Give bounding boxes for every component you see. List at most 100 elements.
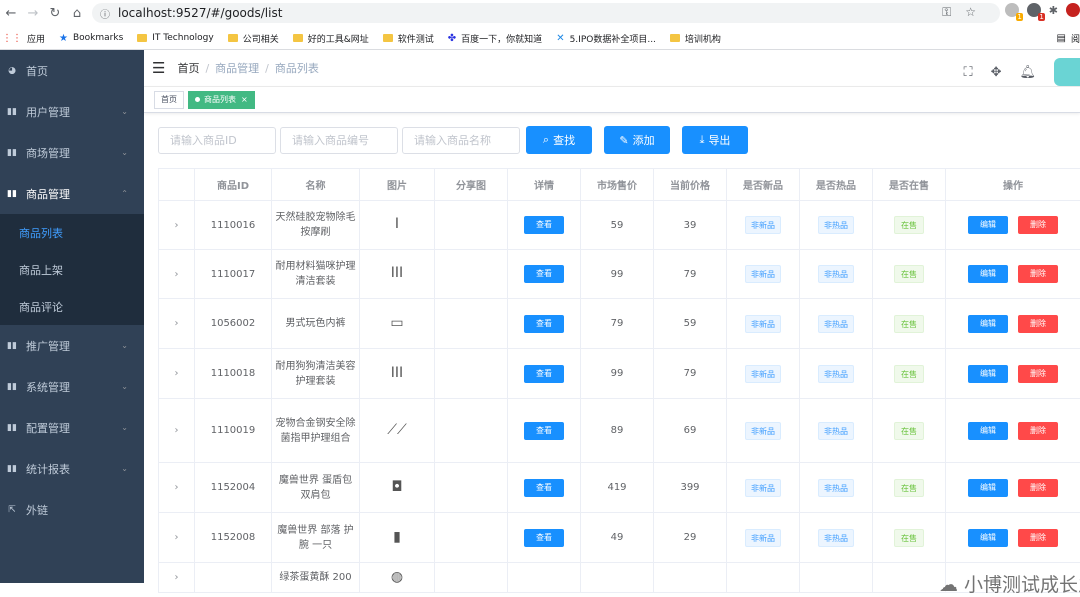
bookmark-item[interactable]: 培训机构 [670, 32, 721, 45]
extension-icon[interactable]: 1 [1005, 3, 1019, 17]
is-hot-cell: 非热品 [800, 513, 873, 563]
url-bar[interactable]: ⓘ localhost:9527/#/goods/list ⚿☆ [92, 3, 1000, 23]
chevron-down-icon: ⌄ [121, 464, 128, 473]
breadcrumb-home[interactable]: 首页 [177, 62, 199, 75]
chevron-right-icon[interactable]: › [175, 532, 179, 543]
view-button[interactable]: 查看 [524, 529, 564, 547]
expand-cell[interactable]: › [159, 513, 195, 563]
puzzle-icon[interactable]: ✱ [1049, 4, 1058, 17]
expand-cell[interactable]: › [159, 463, 195, 513]
chevron-right-icon[interactable]: › [175, 220, 179, 231]
goods-image-cell: ◍ [360, 563, 435, 593]
main-content: ☰ 首页/商品管理/商品列表 ⛶ ✥ 🔔︎ 首页 商品列表× 请输入商品ID 请… [144, 50, 1080, 583]
extension-icon[interactable]: 1 [1027, 3, 1041, 17]
edit-button[interactable]: 编辑 [968, 216, 1008, 234]
forward-icon[interactable]: → [22, 6, 44, 21]
expand-cell[interactable]: › [159, 399, 195, 463]
current-price-cell: 39 [654, 201, 727, 250]
chevron-right-icon[interactable]: › [175, 269, 179, 280]
bookmark-item[interactable]: ✕5.IPO数据补全项目... [556, 32, 656, 45]
goods-name-input[interactable]: 请输入商品名称 [402, 127, 520, 154]
bookmark-item[interactable]: ★Bookmarks [59, 33, 123, 44]
chevron-right-icon[interactable]: › [175, 318, 179, 329]
edit-button[interactable]: 编辑 [968, 265, 1008, 283]
sidebar-item-stat[interactable]: ▮▮统计报表⌄ [0, 448, 144, 489]
view-button[interactable]: 查看 [524, 265, 564, 283]
home-icon[interactable]: ⌂ [66, 6, 88, 21]
delete-button[interactable]: 删除 [1018, 529, 1058, 547]
sidebar-sub-goods-list[interactable]: 商品列表 [0, 214, 144, 251]
add-button[interactable]: ✎添加 [604, 126, 670, 154]
sidebar-item-config[interactable]: ▮▮配置管理⌄ [0, 407, 144, 448]
bookmark-item[interactable]: ✤百度一下，你就知道 [448, 32, 542, 45]
search-button[interactable]: ⌕查找 [526, 126, 592, 154]
bell-icon[interactable]: 🔔︎ [1019, 65, 1036, 80]
back-icon[interactable]: ← [0, 6, 22, 21]
delete-button[interactable]: 删除 [1018, 265, 1058, 283]
reload-icon[interactable]: ↻ [44, 6, 66, 21]
edit-button[interactable]: 编辑 [968, 479, 1008, 497]
delete-button[interactable]: 删除 [1018, 479, 1058, 497]
is-new-tag: 非新品 [745, 479, 781, 497]
tag-goods-list[interactable]: 商品列表× [188, 91, 255, 109]
sidebar-item-external[interactable]: ⇱外链 [0, 489, 144, 530]
view-button[interactable]: 查看 [524, 422, 564, 440]
view-button[interactable]: 查看 [524, 216, 564, 234]
edit-button[interactable]: 编辑 [968, 315, 1008, 333]
chevron-right-icon[interactable]: › [175, 425, 179, 436]
key-star-icons[interactable]: ⚿☆ [942, 5, 990, 20]
sidebar-item-system[interactable]: ▮▮系统管理⌄ [0, 366, 144, 407]
export-button[interactable]: ⤓导出 [682, 126, 748, 154]
market-price-cell [581, 563, 654, 593]
edit-button[interactable]: 编辑 [968, 529, 1008, 547]
size-select-icon[interactable]: ✥ [991, 65, 1002, 80]
reading-list[interactable]: ▤阅 [1057, 32, 1080, 45]
sidebar-item-home[interactable]: ◕首页 [0, 50, 144, 91]
goods-id-input[interactable]: 请输入商品ID [158, 127, 276, 154]
is-hot-cell: 非热品 [800, 299, 873, 349]
chevron-right-icon[interactable]: › [175, 368, 179, 379]
detail-cell: 查看 [508, 349, 581, 399]
tag-home[interactable]: 首页 [154, 91, 184, 109]
close-icon[interactable]: × [241, 95, 248, 104]
view-button[interactable]: 查看 [524, 365, 564, 383]
view-button[interactable]: 查看 [524, 479, 564, 497]
bookmark-item[interactable]: 好的工具&网址 [293, 32, 369, 45]
sidebar-item-users[interactable]: ▮▮用户管理⌄ [0, 91, 144, 132]
info-icon[interactable]: ⓘ [100, 6, 110, 21]
header-cell: 商品ID [195, 169, 272, 201]
expand-cell[interactable]: › [159, 250, 195, 299]
delete-button[interactable]: 删除 [1018, 365, 1058, 383]
bookmark-item[interactable]: 公司相关 [228, 32, 279, 45]
sidebar-item-goods[interactable]: ▮▮商品管理⌃ [0, 173, 144, 214]
delete-button[interactable]: 删除 [1018, 315, 1058, 333]
sidebar-sub-goods-comment[interactable]: 商品评论 [0, 288, 144, 325]
expand-cell[interactable]: › [159, 563, 195, 593]
avatar[interactable] [1054, 58, 1080, 86]
share-image-cell [435, 201, 508, 250]
goods-image-cell: ⟋⟋ [360, 399, 435, 463]
delete-button[interactable]: 删除 [1018, 216, 1058, 234]
bookmark-item[interactable]: 软件测试 [383, 32, 434, 45]
sidebar-item-mall[interactable]: ▮▮商场管理⌄ [0, 132, 144, 173]
expand-cell[interactable]: › [159, 299, 195, 349]
address-row: ← → ↻ ⌂ ⓘ localhost:9527/#/goods/list ⚿☆… [0, 0, 1080, 27]
delete-button[interactable]: 删除 [1018, 422, 1058, 440]
profile-icon[interactable] [1066, 3, 1080, 17]
fullscreen-icon[interactable]: ⛶ [963, 65, 972, 80]
expand-cell[interactable]: › [159, 349, 195, 399]
sidebar-item-promotion[interactable]: ▮▮推广管理⌄ [0, 325, 144, 366]
bookmark-item[interactable]: IT Technology [137, 33, 213, 43]
chevron-right-icon[interactable]: › [175, 482, 179, 493]
expand-cell[interactable]: › [159, 201, 195, 250]
sidebar-sub-goods-create[interactable]: 商品上架 [0, 251, 144, 288]
view-button[interactable]: 查看 [524, 315, 564, 333]
edit-button[interactable]: 编辑 [968, 365, 1008, 383]
bookmarks-bar: ⋮⋮应用 ★Bookmarks IT Technology 公司相关 好的工具&… [0, 27, 1080, 49]
hamburger-icon[interactable]: ☰ [152, 59, 165, 77]
goods-sn-input[interactable]: 请输入商品编号 [280, 127, 398, 154]
edit-button[interactable]: 编辑 [968, 422, 1008, 440]
goods-name-cell: 魔兽世界 部落 护腕 一只 [272, 513, 360, 563]
chevron-right-icon[interactable]: › [175, 572, 179, 583]
bookmark-apps[interactable]: ⋮⋮应用 [2, 32, 45, 45]
